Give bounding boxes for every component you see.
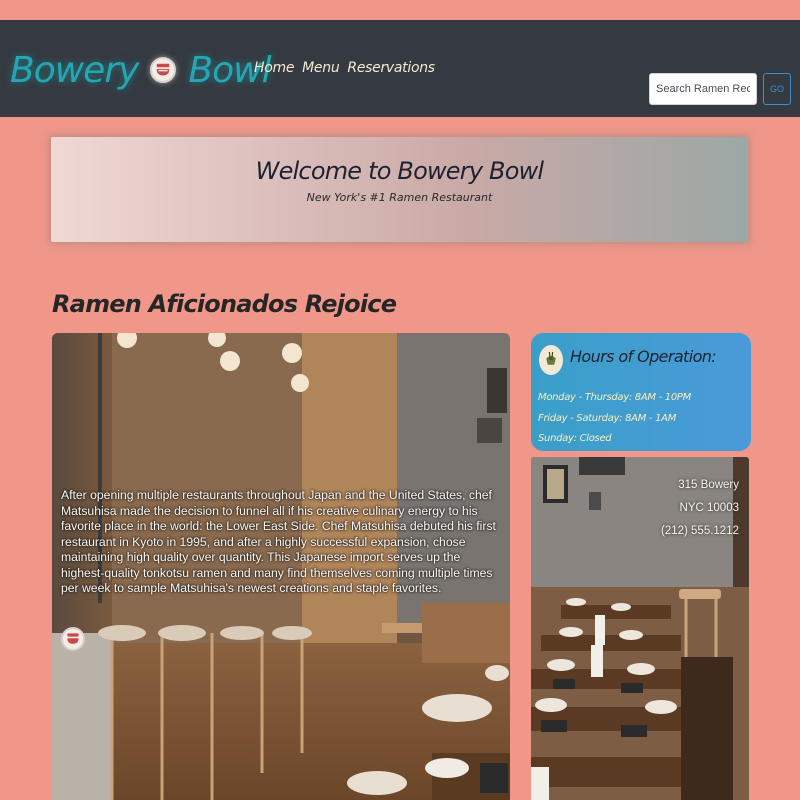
nav-reservations-link[interactable]: Reservations — [347, 60, 435, 76]
nav-menu-link[interactable]: Menu — [302, 60, 340, 76]
nav-home-link[interactable]: Home — [254, 60, 294, 76]
hours-line: Friday - Saturday: 8AM - 1AM — [538, 413, 677, 424]
bamboo-bowl-icon — [539, 345, 563, 375]
brand-name-part1: Bowery — [10, 49, 139, 91]
hero-caption: After opening multiple restaurants throu… — [61, 488, 496, 595]
hours-title: Hours of Operation: — [570, 347, 717, 366]
search-go-button[interactable]: GO — [763, 73, 791, 105]
restaurant-hero-card: After opening multiple restaurants throu… — [52, 333, 510, 800]
jumbotron-subtitle: New York's #1 Ramen Restaurant — [306, 191, 493, 204]
brand-logo[interactable]: Bowery Bowl — [10, 40, 272, 100]
welcome-jumbotron: Welcome to Bowery Bowl New York's #1 Ram… — [51, 137, 748, 242]
hours-line: Monday - Thursday: 8AM - 10PM — [538, 392, 691, 403]
address-city: NYC 10003 — [679, 502, 739, 514]
hours-card: Hours of Operation: Monday - Thursday: 8… — [531, 333, 751, 451]
section-heading: Ramen Aficionados Rejoice — [52, 290, 397, 318]
hours-line: Sunday: Closed — [538, 433, 612, 444]
address-phone: (212) 555.1212 — [660, 525, 739, 537]
main-nav: Home Menu Reservations — [254, 60, 435, 76]
navbar: Bowery Bowl Home Menu Reservations GO — [0, 20, 800, 117]
address-street: 315 Bowery — [678, 479, 739, 491]
search-input[interactable] — [649, 73, 757, 105]
jumbotron-title: Welcome to Bowery Bowl — [255, 157, 544, 185]
address-photo-card: 315 Bowery NYC 10003 (212) 555.1212 — [531, 457, 749, 800]
ramen-bowl-icon — [61, 627, 85, 651]
ramen-bowl-icon — [150, 57, 177, 83]
